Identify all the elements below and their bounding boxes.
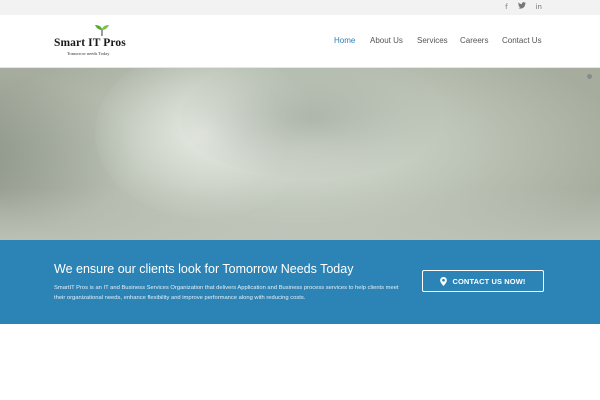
twitter-icon[interactable] xyxy=(517,2,526,12)
logo-name: Smart IT Pros xyxy=(54,37,126,49)
cta-description: SmartIT Pros is an IT and Business Servi… xyxy=(54,285,399,301)
nav-about-us[interactable]: About Us xyxy=(370,36,403,45)
map-marker-icon xyxy=(440,276,448,286)
social-links: f in xyxy=(505,2,542,12)
nav-contact-us[interactable]: Contact Us xyxy=(502,36,542,45)
top-bar: f in xyxy=(0,0,600,15)
hero-slider xyxy=(0,68,600,240)
logo-tagline: Tomorrow needs Today xyxy=(67,51,110,56)
slider-dot[interactable] xyxy=(587,74,592,79)
contact-us-now-label: CONTACT US NOW! xyxy=(452,276,526,286)
hero-image-floor xyxy=(0,188,600,240)
contact-us-now-button[interactable]: CONTACT US NOW! xyxy=(422,270,544,292)
sprout-logo-icon xyxy=(95,25,109,36)
site-header: Smart IT Pros Tomorrow needs Today Home … xyxy=(0,15,600,68)
cta-section: We ensure our clients look for Tomorrow … xyxy=(0,240,600,324)
linkedin-icon[interactable]: in xyxy=(536,2,542,12)
nav-careers[interactable]: Careers xyxy=(460,36,488,45)
cta-heading: We ensure our clients look for Tomorrow … xyxy=(54,262,354,276)
facebook-icon[interactable]: f xyxy=(505,2,507,12)
nav-services[interactable]: Services xyxy=(417,36,448,45)
logo[interactable]: Smart IT Pros Tomorrow needs Today xyxy=(54,24,154,58)
nav-home[interactable]: Home xyxy=(334,36,355,45)
